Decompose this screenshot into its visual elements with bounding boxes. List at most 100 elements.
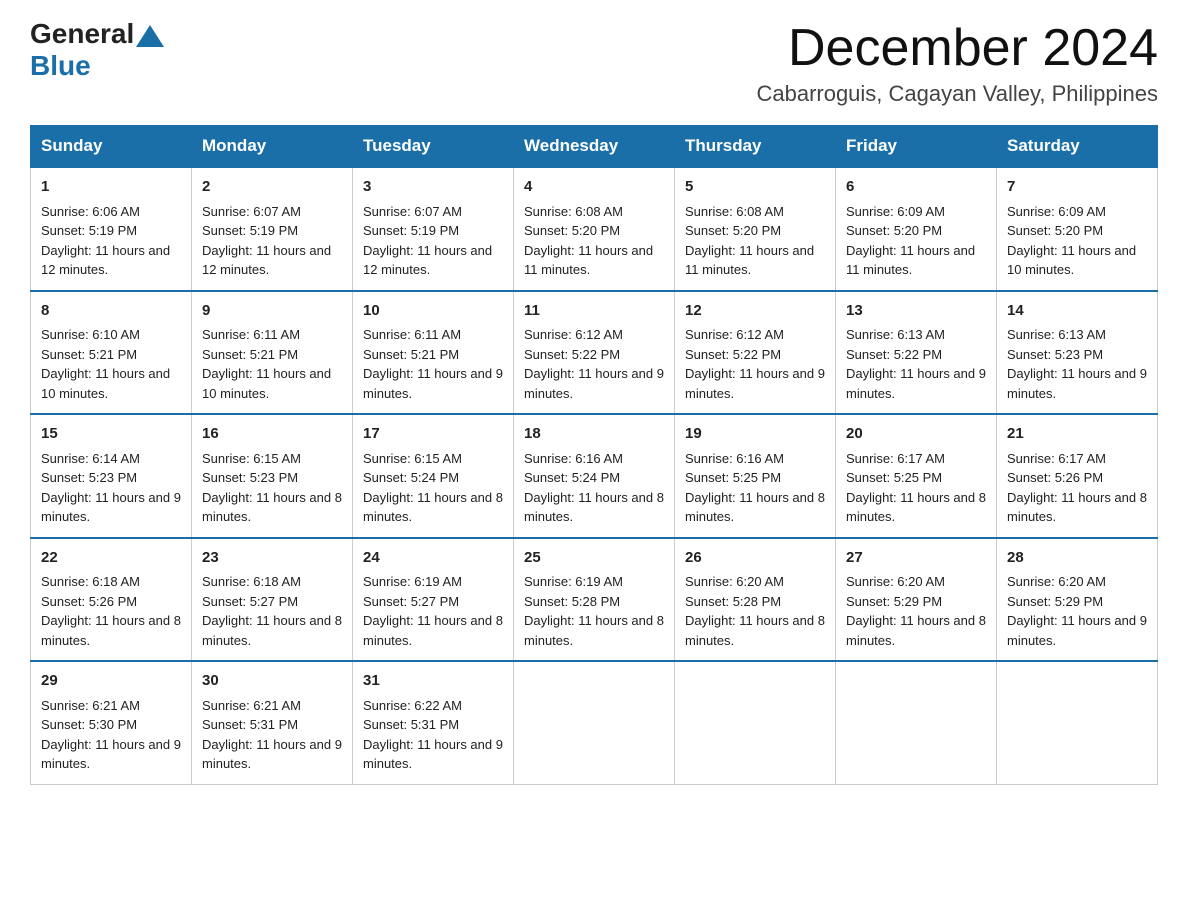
sunrise-label: Sunrise: 6:16 AM [524,451,623,466]
day-number: 29 [41,670,181,693]
calendar-header-saturday: Saturday [997,126,1158,168]
day-number: 5 [685,176,825,199]
sunset-label: Sunset: 5:29 PM [846,594,942,609]
day-number: 23 [202,547,342,570]
sunrise-label: Sunrise: 6:22 AM [363,698,462,713]
calendar-week-4: 22 Sunrise: 6:18 AM Sunset: 5:26 PM Dayl… [31,538,1158,662]
calendar-week-1: 1 Sunrise: 6:06 AM Sunset: 5:19 PM Dayli… [31,167,1158,291]
calendar-day-26: 26 Sunrise: 6:20 AM Sunset: 5:28 PM Dayl… [675,538,836,662]
calendar-day-1: 1 Sunrise: 6:06 AM Sunset: 5:19 PM Dayli… [31,167,192,291]
day-number: 10 [363,300,503,323]
day-number: 24 [363,547,503,570]
calendar-header-wednesday: Wednesday [514,126,675,168]
daylight-label: Daylight: 11 hours and 9 minutes. [363,366,503,401]
sunrise-label: Sunrise: 6:16 AM [685,451,784,466]
calendar-day-21: 21 Sunrise: 6:17 AM Sunset: 5:26 PM Dayl… [997,414,1158,538]
day-number: 19 [685,423,825,446]
daylight-label: Daylight: 11 hours and 8 minutes. [524,613,664,648]
sunrise-label: Sunrise: 6:07 AM [363,204,462,219]
daylight-label: Daylight: 11 hours and 9 minutes. [685,366,825,401]
calendar-day-30: 30 Sunrise: 6:21 AM Sunset: 5:31 PM Dayl… [192,661,353,784]
calendar-day-28: 28 Sunrise: 6:20 AM Sunset: 5:29 PM Dayl… [997,538,1158,662]
daylight-label: Daylight: 11 hours and 10 minutes. [1007,243,1136,278]
calendar-day-27: 27 Sunrise: 6:20 AM Sunset: 5:29 PM Dayl… [836,538,997,662]
calendar-day-23: 23 Sunrise: 6:18 AM Sunset: 5:27 PM Dayl… [192,538,353,662]
sunrise-label: Sunrise: 6:19 AM [524,574,623,589]
sunrise-label: Sunrise: 6:06 AM [41,204,140,219]
daylight-label: Daylight: 11 hours and 9 minutes. [524,366,664,401]
sunrise-label: Sunrise: 6:09 AM [1007,204,1106,219]
sunset-label: Sunset: 5:22 PM [524,347,620,362]
day-number: 2 [202,176,342,199]
day-number: 21 [1007,423,1147,446]
sunrise-label: Sunrise: 6:11 AM [202,327,300,342]
day-number: 4 [524,176,664,199]
calendar-day-24: 24 Sunrise: 6:19 AM Sunset: 5:27 PM Dayl… [353,538,514,662]
calendar-day-11: 11 Sunrise: 6:12 AM Sunset: 5:22 PM Dayl… [514,291,675,415]
calendar-day-13: 13 Sunrise: 6:13 AM Sunset: 5:22 PM Dayl… [836,291,997,415]
daylight-label: Daylight: 11 hours and 8 minutes. [363,490,503,525]
day-number: 3 [363,176,503,199]
sunrise-label: Sunrise: 6:07 AM [202,204,301,219]
calendar-day-3: 3 Sunrise: 6:07 AM Sunset: 5:19 PM Dayli… [353,167,514,291]
calendar-table: SundayMondayTuesdayWednesdayThursdayFrid… [30,125,1158,785]
sunset-label: Sunset: 5:24 PM [363,470,459,485]
day-number: 26 [685,547,825,570]
sunset-label: Sunset: 5:25 PM [685,470,781,485]
day-number: 18 [524,423,664,446]
sunset-label: Sunset: 5:23 PM [1007,347,1103,362]
sunrise-label: Sunrise: 6:12 AM [685,327,784,342]
calendar-header-tuesday: Tuesday [353,126,514,168]
empty-cell [997,661,1158,784]
sunset-label: Sunset: 5:19 PM [41,223,137,238]
calendar-day-8: 8 Sunrise: 6:10 AM Sunset: 5:21 PM Dayli… [31,291,192,415]
daylight-label: Daylight: 11 hours and 8 minutes. [202,490,342,525]
day-number: 14 [1007,300,1147,323]
calendar-day-15: 15 Sunrise: 6:14 AM Sunset: 5:23 PM Dayl… [31,414,192,538]
calendar-week-2: 8 Sunrise: 6:10 AM Sunset: 5:21 PM Dayli… [31,291,1158,415]
calendar-day-6: 6 Sunrise: 6:09 AM Sunset: 5:20 PM Dayli… [836,167,997,291]
sunset-label: Sunset: 5:27 PM [202,594,298,609]
calendar-day-17: 17 Sunrise: 6:15 AM Sunset: 5:24 PM Dayl… [353,414,514,538]
sunset-label: Sunset: 5:27 PM [363,594,459,609]
calendar-week-3: 15 Sunrise: 6:14 AM Sunset: 5:23 PM Dayl… [31,414,1158,538]
day-number: 25 [524,547,664,570]
sunset-label: Sunset: 5:22 PM [846,347,942,362]
sunset-label: Sunset: 5:23 PM [202,470,298,485]
daylight-label: Daylight: 11 hours and 8 minutes. [524,490,664,525]
day-number: 16 [202,423,342,446]
sunset-label: Sunset: 5:28 PM [524,594,620,609]
sunrise-label: Sunrise: 6:21 AM [41,698,140,713]
daylight-label: Daylight: 11 hours and 8 minutes. [846,490,986,525]
calendar-day-12: 12 Sunrise: 6:12 AM Sunset: 5:22 PM Dayl… [675,291,836,415]
page-header: General Blue December 2024 Cabarroguis, … [30,20,1158,107]
daylight-label: Daylight: 11 hours and 10 minutes. [41,366,170,401]
sunset-label: Sunset: 5:23 PM [41,470,137,485]
daylight-label: Daylight: 11 hours and 12 minutes. [363,243,492,278]
daylight-label: Daylight: 11 hours and 11 minutes. [524,243,653,278]
day-number: 28 [1007,547,1147,570]
sunrise-label: Sunrise: 6:09 AM [846,204,945,219]
day-number: 27 [846,547,986,570]
calendar-day-2: 2 Sunrise: 6:07 AM Sunset: 5:19 PM Dayli… [192,167,353,291]
day-number: 7 [1007,176,1147,199]
sunrise-label: Sunrise: 6:20 AM [685,574,784,589]
sunset-label: Sunset: 5:20 PM [846,223,942,238]
sunset-label: Sunset: 5:31 PM [363,717,459,732]
calendar-header-sunday: Sunday [31,126,192,168]
day-number: 17 [363,423,503,446]
sunrise-label: Sunrise: 6:19 AM [363,574,462,589]
calendar-day-18: 18 Sunrise: 6:16 AM Sunset: 5:24 PM Dayl… [514,414,675,538]
sunrise-label: Sunrise: 6:13 AM [846,327,945,342]
month-title: December 2024 [756,20,1158,77]
sunrise-label: Sunrise: 6:21 AM [202,698,301,713]
day-number: 1 [41,176,181,199]
title-section: December 2024 Cabarroguis, Cagayan Valle… [756,20,1158,107]
calendar-day-9: 9 Sunrise: 6:11 AM Sunset: 5:21 PM Dayli… [192,291,353,415]
sunrise-label: Sunrise: 6:10 AM [41,327,140,342]
daylight-label: Daylight: 11 hours and 12 minutes. [202,243,331,278]
sunrise-label: Sunrise: 6:08 AM [685,204,784,219]
calendar-header-row: SundayMondayTuesdayWednesdayThursdayFrid… [31,126,1158,168]
calendar-day-20: 20 Sunrise: 6:17 AM Sunset: 5:25 PM Dayl… [836,414,997,538]
sunset-label: Sunset: 5:20 PM [1007,223,1103,238]
